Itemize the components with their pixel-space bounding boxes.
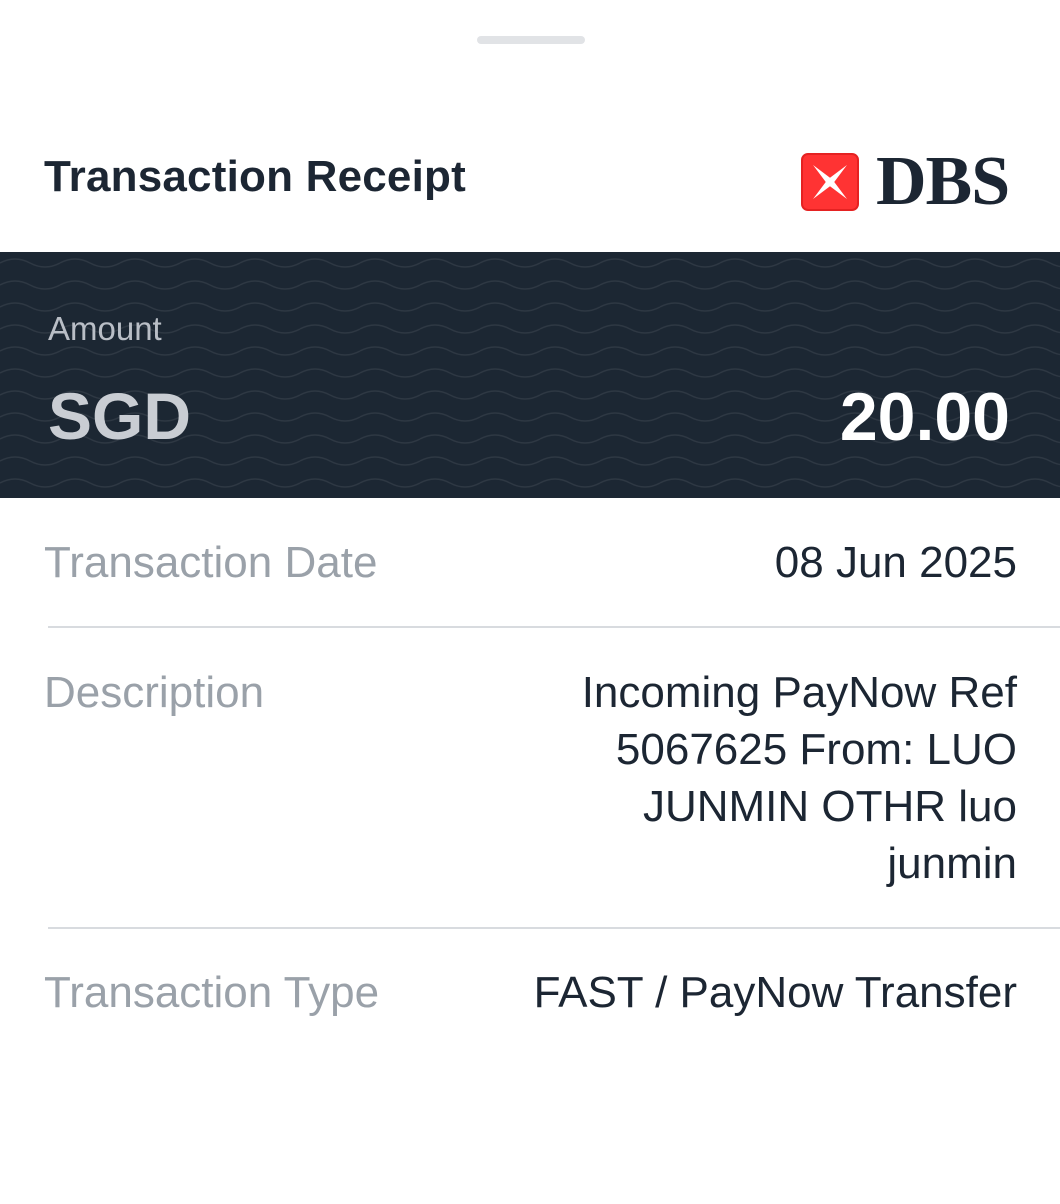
description-line: Incoming PayNow Ref: [581, 668, 1017, 717]
transaction-date-value: 08 Jun 2025: [774, 538, 1017, 587]
description-value: Incoming PayNow Ref 5067625 From: LUO JU…: [582, 664, 1017, 892]
divider: [48, 927, 1060, 929]
transaction-type-label: Transaction Type: [44, 968, 380, 1017]
page-title: Transaction Receipt: [44, 152, 466, 201]
amount-panel: Amount SGD 20.00: [0, 252, 1060, 498]
transaction-date-label: Transaction Date: [44, 538, 378, 587]
logo-text: DBS: [876, 143, 1010, 220]
amount-label: Amount: [48, 310, 162, 347]
receipt-sheet: Transaction Receipt DBS Amount SGD 20.00…: [0, 0, 1060, 1204]
description-label: Description: [44, 668, 265, 717]
currency-code: SGD: [48, 379, 192, 453]
description-line: JUNMIN OTHR luo: [642, 782, 1017, 831]
amount-value: 20.00: [839, 379, 1010, 455]
drag-handle[interactable]: [477, 36, 585, 44]
wave-pattern: [0, 252, 1060, 498]
description-line: 5067625 From: LUO: [615, 725, 1017, 774]
description-line: junmin: [887, 839, 1017, 888]
dbs-logo: DBS: [800, 143, 1010, 220]
transaction-type-value: FAST / PayNow Transfer: [533, 968, 1017, 1017]
divider: [48, 626, 1060, 628]
dbs-star-icon: [801, 153, 859, 211]
